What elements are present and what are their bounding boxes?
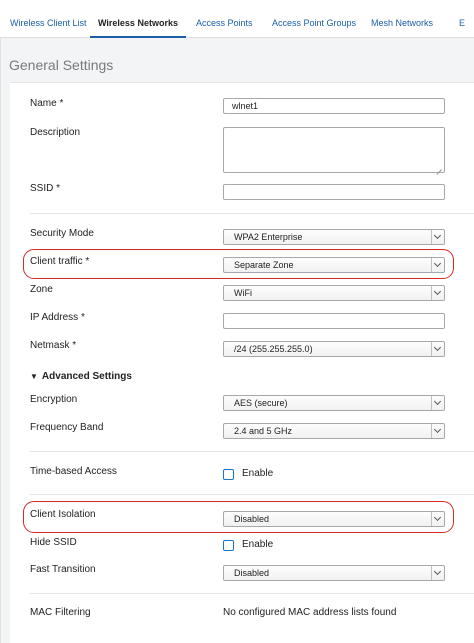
zone-select[interactable]: WiFi <box>223 285 445 301</box>
divider <box>30 494 474 495</box>
tab-access-point-groups[interactable]: Access Point Groups <box>272 0 356 38</box>
tab-mesh-networks[interactable]: Mesh Networks <box>371 0 433 38</box>
hide-ssid-label: Hide SSID <box>30 537 77 548</box>
encryption-value: AES (secure) <box>234 398 288 408</box>
chevron-down-icon <box>431 286 444 300</box>
time-based-access-label: Time-based Access <box>30 466 117 477</box>
netmask-value: /24 (255.255.255.0) <box>234 344 313 354</box>
netmask-label: Netmask * <box>30 340 77 351</box>
client-traffic-highlight <box>23 249 454 279</box>
tab-bar: Wireless Client List Wireless Networks A… <box>0 0 474 38</box>
tab-wireless-client-list[interactable]: Wireless Client List <box>10 0 87 38</box>
frequency-band-select[interactable]: 2.4 and 5 GHz <box>223 423 445 439</box>
tab-overflow[interactable]: E <box>459 0 465 38</box>
time-based-access-checkbox[interactable] <box>223 469 234 480</box>
divider <box>30 593 474 594</box>
advanced-settings-toggle[interactable]: ▼ Advanced Settings <box>30 371 132 382</box>
divider <box>30 451 474 452</box>
hide-ssid-enable-label: Enable <box>242 539 274 550</box>
chevron-down-icon <box>431 396 444 410</box>
chevron-down-icon <box>431 566 444 580</box>
security-mode-label: Security Mode <box>30 228 94 239</box>
ssid-label: SSID * <box>30 183 61 194</box>
frequency-band-label: Frequency Band <box>30 422 104 433</box>
time-based-access-enable-label: Enable <box>242 468 274 479</box>
mac-filtering-status: No configured MAC address lists found <box>223 607 397 618</box>
tab-wireless-networks[interactable]: Wireless Networks <box>90 0 186 38</box>
zone-value: WiFi <box>234 288 252 298</box>
divider <box>30 213 474 214</box>
description-textarea[interactable] <box>223 127 445 173</box>
security-mode-select[interactable]: WPA2 Enterprise <box>223 229 445 245</box>
caret-down-icon: ▼ <box>30 372 38 381</box>
section-title: General Settings <box>9 57 114 73</box>
name-input[interactable]: wlnet1 <box>223 98 445 114</box>
client-isolation-highlight <box>23 501 454 533</box>
chevron-down-icon <box>431 424 444 438</box>
netmask-select[interactable]: /24 (255.255.255.0) <box>223 341 445 357</box>
fast-transition-label: Fast Transition <box>30 564 96 575</box>
fast-transition-select[interactable]: Disabled <box>223 565 445 581</box>
resize-handle-icon[interactable] <box>436 164 442 170</box>
hide-ssid-checkbox[interactable] <box>223 540 234 551</box>
zone-label: Zone <box>30 284 53 295</box>
ssid-input[interactable] <box>223 184 445 200</box>
ip-address-label: IP Address * <box>30 312 85 323</box>
advanced-settings-label: Advanced Settings <box>41 371 132 382</box>
encryption-select[interactable]: AES (secure) <box>223 395 445 411</box>
frequency-band-value: 2.4 and 5 GHz <box>234 426 293 436</box>
encryption-label: Encryption <box>30 394 78 405</box>
settings-panel: Name * wlnet1 Description SSID * Securit… <box>10 82 474 643</box>
chevron-down-icon <box>431 230 444 244</box>
security-mode-value: WPA2 Enterprise <box>234 232 303 242</box>
tab-access-points[interactable]: Access Points <box>196 0 253 38</box>
main-content: General Settings Name * wlnet1 Descripti… <box>0 38 474 643</box>
mac-filtering-label: MAC Filtering <box>30 607 91 618</box>
ip-address-input[interactable] <box>223 313 445 329</box>
description-label: Description <box>30 127 81 138</box>
fast-transition-value: Disabled <box>234 568 270 578</box>
chevron-down-icon <box>431 342 444 356</box>
name-label: Name * <box>30 98 64 109</box>
